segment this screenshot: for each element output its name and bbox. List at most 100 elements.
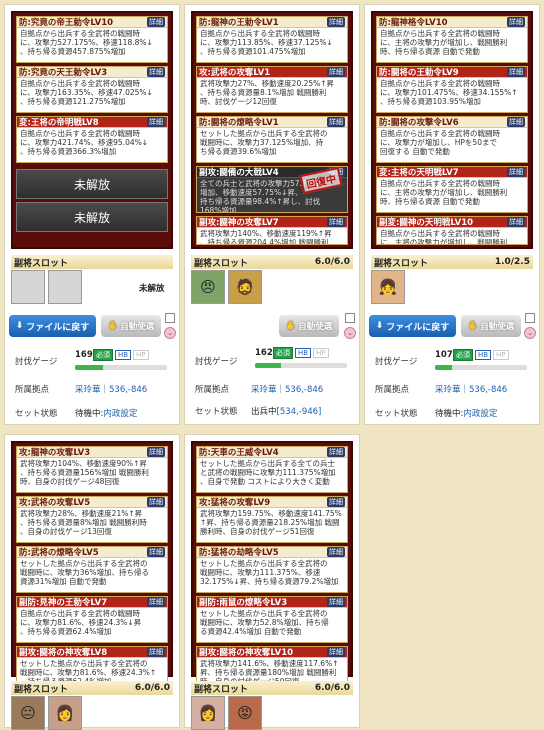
general-avatar[interactable]: 😡 bbox=[228, 696, 262, 730]
detail-button[interactable]: 詳細 bbox=[327, 17, 345, 27]
skill-name: 攻:猛将の攻奪LV9 bbox=[199, 498, 271, 508]
sub-general-header: 副将スロット 6.0/6.0 bbox=[191, 255, 353, 269]
status-value: 待機中:内政設定 bbox=[435, 409, 498, 419]
detail-button[interactable]: 詳細 bbox=[147, 117, 165, 127]
expand-icon[interactable]: ⌄ bbox=[164, 327, 176, 339]
skill-slot[interactable]: 防:龍神格令LV10 詳細 自拠点から出兵する全武将の戦闘時 に、主将の攻撃力が増加… bbox=[376, 16, 528, 63]
detail-button[interactable]: 詳細 bbox=[147, 17, 165, 27]
skill-slot[interactable]: 防:武将の燎略令LV5 詳細 セットした拠点から出兵する全武将の 戦闘時に、攻撃力3… bbox=[16, 546, 168, 593]
skill-slot[interactable]: 副変:闘神の天明戦LV10 詳細 自拠点から出兵する全武将の戦闘時 に、主将の攻撃力… bbox=[376, 216, 528, 245]
unlock-status: 未解放 bbox=[139, 284, 165, 294]
deck-card-4: 攻:龍神の攻奪LV3 詳細 武将攻撃力104%、移動速度90%↑昇 、持ち帰る資源量… bbox=[4, 434, 180, 730]
status-label: セット状態 bbox=[195, 407, 238, 417]
skill-panel: 防:天車の王威令LV4 詳細 セットした拠点から出兵する全ての兵士 と武将の戦闘時に… bbox=[191, 441, 353, 693]
auto-checkbox[interactable] bbox=[525, 313, 535, 323]
skill-slot[interactable]: 防:猛将の劫略令LV5 詳細 セットした拠点から出兵する全武将の 戦闘時に、攻撃力1… bbox=[196, 546, 348, 593]
sub-general-title: 副将スロット bbox=[14, 258, 69, 269]
detail-button[interactable]: 詳細 bbox=[507, 67, 525, 77]
status-value: 待機中:内政設定 bbox=[75, 409, 138, 419]
skill-slot[interactable]: 防:究竟の帝王勅令LV10 詳細 自拠点から出兵する全武将の戦闘時 に、攻撃力527… bbox=[16, 16, 168, 63]
skill-slot[interactable]: 副攻:闘神の攻奪LV7 詳細 武将攻撃力140%、移動速度119%↑昇 、持ち帰る資… bbox=[196, 216, 348, 245]
skill-slot[interactable]: 副攻:闘備の大戟LV4詳細全ての兵士と武将の攻撃力57.75% 増加、移動速度5… bbox=[196, 166, 348, 213]
skill-slot[interactable]: 防:闘将の燎略令LV1 詳細 セットした拠点から出兵する全武将の 戦闘時に、攻撃力3… bbox=[196, 116, 348, 163]
empty-slot[interactable] bbox=[11, 270, 45, 304]
detail-button[interactable]: 詳細 bbox=[327, 497, 345, 507]
skill-slot[interactable]: 攻:龍神の攻奪LV3 詳細 武将攻撃力104%、移動速度90%↑昇 、持ち帰る資源量… bbox=[16, 446, 168, 493]
skill-desc: 武将攻撃力104%、移動速度90%↑昇 、持ち帰る資源量156%増加 戦闘勝利 … bbox=[20, 459, 149, 486]
skill-name: 防:武将の燎略令LV5 bbox=[19, 548, 99, 558]
detail-button[interactable]: 詳細 bbox=[327, 217, 345, 227]
detail-button[interactable]: 詳細 bbox=[327, 67, 345, 77]
skill-slot[interactable]: 防:天車の王威令LV4 詳細 セットした拠点から出兵する全ての兵士 と武将の戦闘時に… bbox=[196, 446, 348, 493]
general-avatar[interactable]: 😠 bbox=[191, 270, 225, 304]
empty-slot[interactable] bbox=[48, 270, 82, 304]
general-avatar[interactable]: 👧 bbox=[371, 270, 405, 304]
skill-name: 防:龍神の王勅令LV1 bbox=[199, 18, 279, 28]
detail-button[interactable]: 詳細 bbox=[327, 117, 345, 127]
gauge-badges: 必須 HB HP bbox=[271, 347, 329, 359]
skill-name: 変:主将の天明戦LV7 bbox=[379, 168, 459, 178]
expand-icon[interactable]: ⌄ bbox=[344, 327, 356, 339]
locked-skill-slot: 未解放 bbox=[16, 202, 168, 232]
skill-slot[interactable]: 攻:武将の攻奪LV5 詳細 武将攻撃力28%、移動速度21%↑昇 、持ち帰る資源量8… bbox=[16, 496, 168, 543]
skill-slot[interactable]: 攻:武将の攻奪LV1 詳細 武将攻撃力27%、移動速度20.25%↑昇 、持ち帰る資… bbox=[196, 66, 348, 113]
skill-desc: 武将攻撃力27%、移動速度20.25%↑昇 、持ち帰る資源量8.1%増加 戦闘勝… bbox=[200, 79, 335, 106]
skill-desc: セットした拠点から出兵する全武将の 戦闘時に、攻撃力111.375%、移速 32… bbox=[200, 559, 339, 586]
general-avatar[interactable]: 🧔 bbox=[228, 270, 262, 304]
skill-name: 防:龍神格令LV10 bbox=[379, 18, 448, 28]
skill-slot[interactable]: 防:龍神の王勅令LV1 詳細 自拠点から出兵する全武将の戦闘時 に、攻撃力113.8… bbox=[196, 16, 348, 63]
skill-slot[interactable]: 副防:雨鼠の燎略令LV3 詳細 セットした拠点から出兵する全武将の 戦闘時に、攻撃力… bbox=[196, 596, 348, 643]
skill-slot[interactable]: 防:闘将の攻撃令LV6 詳細 自拠点から出兵する全武将の戦闘時 に、攻撃力が増加し、… bbox=[376, 116, 528, 163]
status-value: 出兵中[534,-946] bbox=[251, 407, 322, 417]
skill-slot[interactable]: 攻:猛将の攻奪LV9 詳細 武将攻撃力159.75%、移動速度141.75% ↑昇、… bbox=[196, 496, 348, 543]
skill-slot[interactable]: 防:闘将の王勅令LV9 詳細 自拠点から出兵する全武将の戦闘時 に、攻撃力101.4… bbox=[376, 66, 528, 113]
detail-button[interactable]: 詳細 bbox=[507, 17, 525, 27]
skill-slot[interactable]: 防:究竟の天王勅令LV3 詳細 自拠点から出兵する全武将の戦闘時 に、攻撃力163.… bbox=[16, 66, 168, 113]
detail-button[interactable]: 詳細 bbox=[147, 447, 165, 457]
auto-select-button[interactable]: ✋ 自動使選 bbox=[101, 315, 161, 337]
auto-checkbox[interactable] bbox=[345, 313, 355, 323]
skill-slot[interactable]: 変:王将の帝明戦LV8 詳細 自拠点から出兵する全武将の戦闘時 に、攻撃力421.7… bbox=[16, 116, 168, 163]
general-avatar[interactable]: 👩 bbox=[48, 696, 82, 730]
detail-button[interactable]: 詳細 bbox=[327, 597, 345, 607]
auto-select-button[interactable]: ✋ 自動使選 bbox=[279, 315, 339, 337]
base-link[interactable]: 采玲華｜536,-846 bbox=[75, 383, 147, 395]
deck-card-1: 防:究竟の帝王勅令LV10 詳細 自拠点から出兵する全武将の戦闘時 に、攻撃力527… bbox=[4, 4, 180, 425]
detail-button[interactable]: 詳細 bbox=[327, 547, 345, 557]
locked-skill-slot: 未解放 bbox=[16, 169, 168, 199]
sub-general-title: 副将スロット bbox=[194, 684, 249, 695]
base-link[interactable]: 采玲華｜536,-846 bbox=[435, 383, 507, 395]
sub-general-slots: 😠 🧔 bbox=[191, 270, 262, 304]
base-link[interactable]: 采玲華｜536,-846 bbox=[251, 383, 323, 395]
return-to-file-button[interactable]: ⬇ ファイルに戻す bbox=[9, 315, 96, 337]
detail-button[interactable]: 詳細 bbox=[147, 547, 165, 557]
general-avatar[interactable]: 👩 bbox=[191, 696, 225, 730]
detail-button[interactable]: 詳細 bbox=[147, 597, 165, 607]
sub-general-count: 6.0/6.0 bbox=[314, 683, 350, 693]
detail-button[interactable]: 詳細 bbox=[147, 497, 165, 507]
expand-icon[interactable]: ⌄ bbox=[524, 327, 536, 339]
gauge-bar bbox=[255, 363, 347, 368]
return-to-file-button[interactable]: ⬇ ファイルに戻す bbox=[369, 315, 456, 337]
detail-button[interactable]: 詳細 bbox=[507, 167, 525, 177]
detail-button[interactable]: 詳細 bbox=[507, 117, 525, 127]
sub-general-title: 副将スロット bbox=[194, 258, 249, 269]
skill-name: 防:天車の王威令LV4 bbox=[199, 448, 279, 458]
base-label: 所属拠点 bbox=[195, 385, 230, 395]
general-avatar[interactable]: 😐 bbox=[11, 696, 45, 730]
detail-button[interactable]: 詳細 bbox=[147, 67, 165, 77]
skill-name: 防:究竟の天王勅令LV3 bbox=[19, 68, 108, 78]
sub-general-header: 副将スロット bbox=[11, 255, 173, 269]
detail-button[interactable]: 詳細 bbox=[147, 647, 165, 657]
skill-slot[interactable]: 副防:見神の王勅令LV7 詳細 自拠点から出兵する全武将の戦闘時 に、攻撃力81.6… bbox=[16, 596, 168, 643]
detail-button[interactable]: 詳細 bbox=[507, 217, 525, 227]
gauge-bar bbox=[75, 365, 167, 370]
skill-slot[interactable]: 変:主将の天明戦LV7 詳細 自拠点から出兵する全武将の戦闘時 に、主将の攻撃力が増… bbox=[376, 166, 528, 213]
auto-select-button[interactable]: ✋ 自動使選 bbox=[461, 315, 521, 337]
detail-button[interactable]: 詳細 bbox=[327, 647, 345, 657]
sub-general-title: 副将スロット bbox=[374, 258, 429, 269]
deck-card-2: 防:龍神の王勅令LV1 詳細 自拠点から出兵する全武将の戦闘時 に、攻撃力113.8… bbox=[184, 4, 360, 425]
detail-button[interactable]: 詳細 bbox=[327, 447, 345, 457]
auto-checkbox[interactable] bbox=[165, 313, 175, 323]
skill-desc: 武将攻撃力28%、移動速度21%↑昇 、持ち帰る資源量8%増加 戦闘勝利時 、自… bbox=[20, 509, 147, 536]
